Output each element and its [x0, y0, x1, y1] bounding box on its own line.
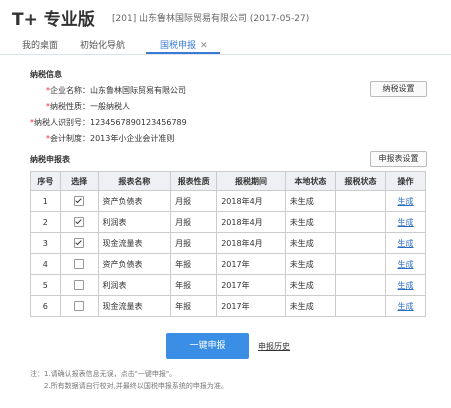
accounting-system-label: 会计制度： [50, 134, 90, 143]
row-select-checkbox[interactable] [74, 259, 85, 269]
tax-type-value: 一般纳税人 [90, 102, 130, 111]
app-header: T+ 专业版 [201] 山东鲁林国际贸易有限公司 (2017-05-27) [0, 0, 451, 30]
report-period: 2018年4月 [221, 217, 263, 227]
generate-link[interactable]: 生成 [398, 218, 414, 227]
local-status: 未生成 [289, 238, 314, 248]
row-select-checkbox[interactable] [74, 301, 85, 311]
table-row: 5 利润表 年报 2017年 未生成 生成 [30, 274, 426, 296]
row-select-checkbox[interactable] [74, 196, 85, 206]
generate-link[interactable]: 生成 [398, 239, 414, 248]
tab-desktop[interactable]: 我的桌面 [22, 38, 58, 51]
tab-tax-filing[interactable]: 国税申报 ✕ [160, 38, 208, 51]
report-settings-button[interactable]: 申报表设置 [370, 151, 427, 167]
row-select-checkbox[interactable] [74, 238, 85, 248]
report-name: 资产负债表 [102, 259, 143, 269]
tax-settings-button[interactable]: 纳税设置 [370, 81, 427, 97]
filing-history-link[interactable]: 申报历史 [258, 341, 290, 352]
company-name-value: 山东鲁林国际贸易有限公司 [90, 86, 186, 95]
table-header-row: 序号 选择 报表名称 报表性质 报税期间 本地状态 报税状态 操作 [30, 171, 426, 191]
generate-link[interactable]: 生成 [398, 302, 414, 311]
table-row: 1 资产负债表 月报 2018年4月 未生成 生成 [30, 190, 426, 212]
report-period: 2017年 [221, 259, 250, 269]
tab-init-nav[interactable]: 初始化导航 [80, 38, 125, 51]
column-header: 操作 [385, 171, 426, 191]
tab-tax-filing-label: 国税申报 [160, 41, 197, 51]
tax-type-row: *纳税性质：一般纳税人 [46, 102, 130, 111]
tax-type-label: 纳税性质： [50, 102, 90, 111]
column-header: 报税期间 [216, 171, 286, 191]
report-period: 2018年4月 [221, 238, 263, 248]
row-index: 4 [42, 259, 48, 269]
accounting-system-value: 2013年小企业会计准则 [90, 134, 175, 143]
column-header: 序号 [30, 171, 61, 191]
column-header: 报税状态 [334, 171, 387, 191]
logo-mark: T+ [12, 10, 38, 30]
row-index: 1 [42, 196, 48, 206]
report-name: 利润表 [102, 280, 127, 290]
report-table: 序号 选择 报表名称 报表性质 报税期间 本地状态 报税状态 操作 1 资产负债表… [30, 171, 426, 317]
row-select-checkbox[interactable] [74, 217, 85, 227]
app-logo: T+ 专业版 [12, 5, 95, 30]
report-period: 2018年4月 [221, 196, 263, 206]
note-line-1: 注：1.请确认报表信息无误，点击"一键申报"。 [30, 370, 177, 378]
row-index: 2 [42, 217, 48, 227]
report-type: 月报 [175, 217, 192, 227]
table-row: 6 现金流量表 年报 2017年 未生成 生成 [30, 295, 426, 317]
row-index: 6 [42, 301, 48, 311]
report-name: 现金流量表 [102, 301, 143, 311]
local-status: 未生成 [289, 259, 314, 269]
one-click-submit-button[interactable]: 一键申报 [166, 333, 249, 359]
report-title: 纳税申报表 [30, 155, 70, 164]
report-period: 2017年 [221, 301, 250, 311]
company-name-label: 企业名称： [50, 86, 90, 95]
tax-info-title: 纳税信息 [30, 70, 62, 79]
local-status: 未生成 [289, 217, 314, 227]
report-name: 现金流量表 [102, 238, 143, 248]
row-index: 3 [42, 238, 48, 248]
row-select-checkbox[interactable] [74, 280, 85, 290]
note-line-2: 2.所有数据请自行校对,并最终以国税申报系统的申报为准。 [44, 382, 228, 390]
local-status: 未生成 [289, 301, 314, 311]
taxpayer-id-row: *纳税人识别号：1234567890123456789 [30, 118, 187, 127]
active-tab-indicator [146, 52, 220, 54]
generate-link[interactable]: 生成 [398, 197, 414, 206]
accounting-system-row: *会计制度：2013年小企业会计准则 [46, 134, 175, 143]
taxpayer-id-label: 纳税人识别号： [34, 118, 90, 127]
report-type: 年报 [175, 301, 192, 311]
column-header: 报表性质 [170, 171, 218, 191]
column-header: 报表名称 [97, 171, 172, 191]
local-status: 未生成 [289, 280, 314, 290]
column-header: 选择 [59, 171, 99, 191]
report-period: 2017年 [221, 280, 250, 290]
report-type: 年报 [175, 280, 192, 290]
table-row: 4 资产负债表 年报 2017年 未生成 生成 [30, 253, 426, 275]
company-info: [201] 山东鲁林国际贸易有限公司 (2017-05-27) [112, 14, 310, 24]
tab-bar: 我的桌面 初始化导航 国税申报 ✕ [0, 32, 451, 55]
close-icon[interactable]: ✕ [200, 41, 208, 51]
generate-link[interactable]: 生成 [398, 260, 414, 269]
report-type: 月报 [175, 196, 192, 206]
report-table-body: 1 资产负债表 月报 2018年4月 未生成 生成 2 利润表 月报 2018年4月 未生成 生成 3 现… [30, 190, 426, 317]
report-name: 利润表 [102, 217, 127, 227]
taxpayer-id-value: 1234567890123456789 [90, 118, 187, 127]
column-header: 本地状态 [284, 171, 336, 191]
table-row: 3 现金流量表 月报 2018年4月 未生成 生成 [30, 232, 426, 254]
logo-text: 专业版 [43, 10, 95, 30]
row-index: 5 [42, 280, 48, 290]
local-status: 未生成 [289, 196, 314, 206]
company-name-row: *企业名称：山东鲁林国际贸易有限公司 [46, 86, 186, 95]
report-type: 年报 [175, 259, 192, 269]
generate-link[interactable]: 生成 [398, 281, 414, 290]
report-name: 资产负债表 [102, 196, 143, 206]
report-type: 月报 [175, 238, 192, 248]
table-row: 2 利润表 月报 2018年4月 未生成 生成 [30, 211, 426, 233]
